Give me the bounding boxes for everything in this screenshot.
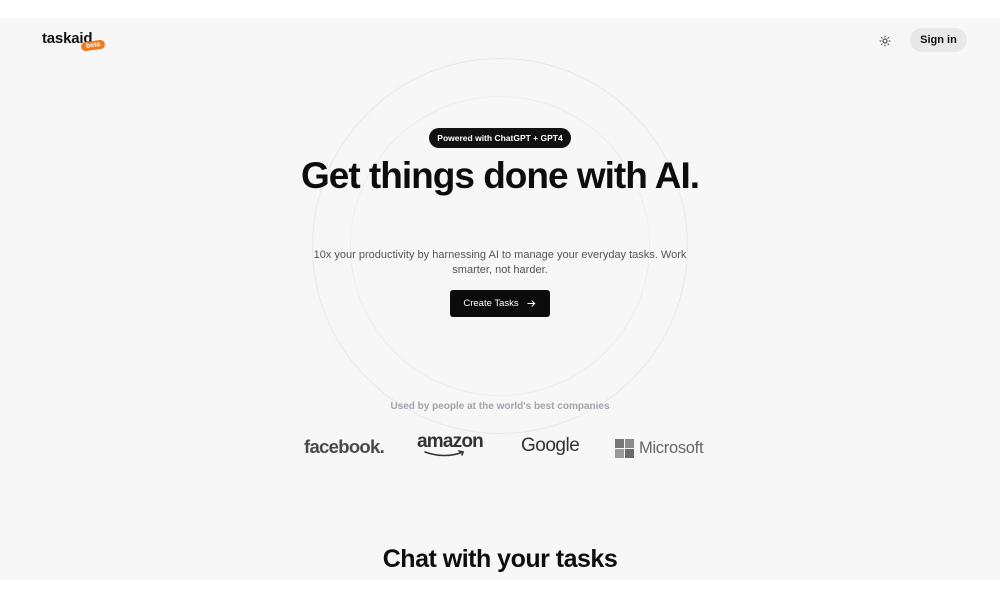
create-tasks-button[interactable]: Create Tasks — [450, 290, 550, 317]
sign-in-button[interactable]: Sign in — [910, 28, 967, 52]
chat-section-title: Chat with your tasks — [382, 545, 618, 573]
page-viewport: taskaid beta Sign in Powered with ChatGP… — [0, 18, 1000, 580]
hero-subtitle: 10x your productivity by harnessing AI t… — [313, 249, 687, 276]
powered-badge-label: Powered with ChatGPT + GPT4 — [437, 133, 563, 143]
beta-badge: beta — [80, 39, 106, 52]
arrow-right-icon — [527, 300, 535, 307]
microsoft-logo: Microsoft — [615, 438, 704, 458]
companies-caption: Used by people at the world's best compa… — [390, 401, 610, 412]
theme-toggle-button[interactable] — [874, 30, 896, 52]
facebook-logo: facebook. — [304, 436, 385, 457]
amazon-smile-icon — [424, 450, 465, 457]
decorative-ring-outer — [312, 58, 688, 434]
sun-icon — [879, 35, 891, 47]
navbar: taskaid beta Sign in — [0, 18, 1000, 62]
hero-title: Get things done with AI. — [300, 155, 700, 196]
google-logo: Google — [521, 435, 580, 456]
microsoft-grid-icon — [615, 438, 634, 458]
powered-badge: Powered with ChatGPT + GPT4 — [429, 128, 571, 148]
microsoft-logo-text: Microsoft — [639, 438, 704, 457]
amazon-logo: amazon — [417, 431, 489, 461]
create-tasks-label: Create Tasks — [463, 298, 519, 309]
